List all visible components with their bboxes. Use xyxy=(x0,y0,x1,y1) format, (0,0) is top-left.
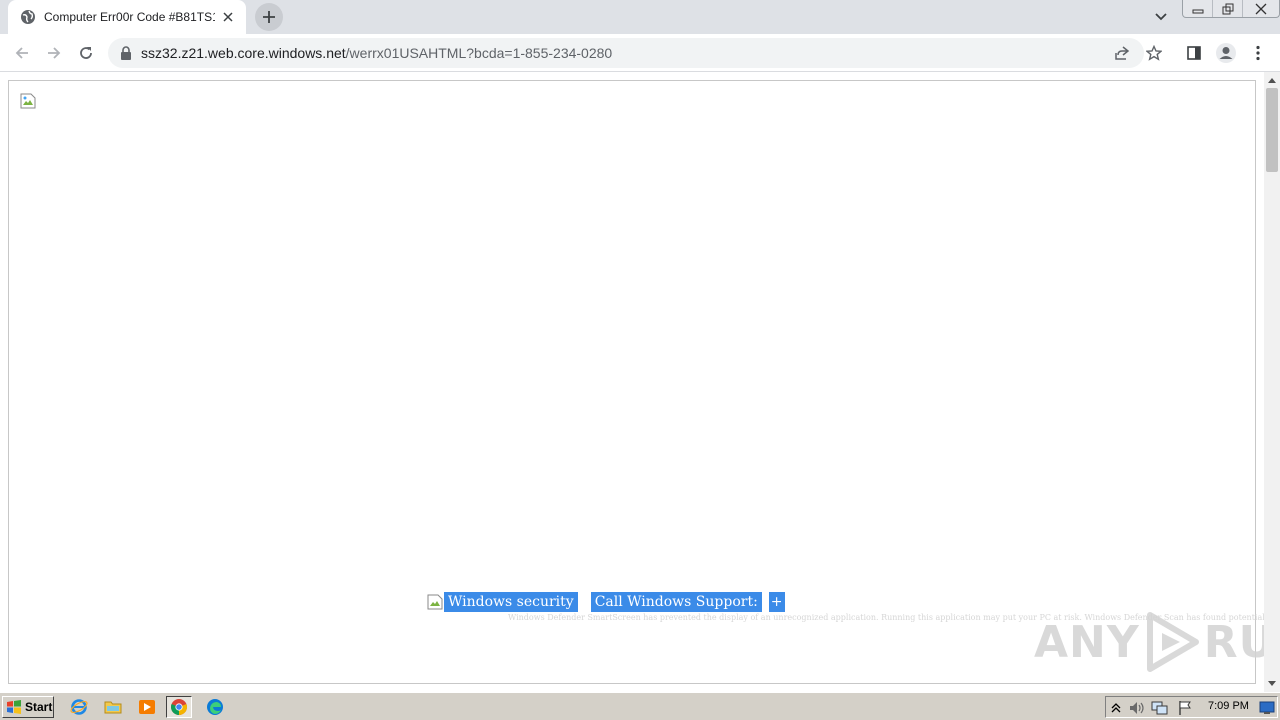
play-logo-icon xyxy=(1146,612,1199,672)
close-icon xyxy=(1255,3,1267,14)
reload-button[interactable] xyxy=(72,39,100,67)
lock-icon[interactable] xyxy=(120,45,132,61)
network-icon xyxy=(1151,701,1168,715)
tray-action-center[interactable] xyxy=(1176,699,1194,717)
back-button[interactable] xyxy=(8,39,36,67)
profile-button[interactable] xyxy=(1214,41,1238,65)
close-icon[interactable] xyxy=(221,9,237,25)
menu-kebab-icon xyxy=(1256,45,1260,61)
flag-icon xyxy=(1179,701,1191,715)
watermark-left: ANY xyxy=(1034,616,1140,668)
arrow-right-icon xyxy=(48,47,61,59)
tab-strip: Computer Err00r Code #B81TS100d xyxy=(0,0,1280,34)
chevron-down-icon xyxy=(1155,13,1167,21)
windows-security-label: Windows security xyxy=(444,592,578,612)
taskbar-media-player[interactable] xyxy=(134,696,160,718)
media-player-icon xyxy=(139,700,155,714)
window-close-button[interactable] xyxy=(1243,0,1279,17)
side-panel-icon xyxy=(1187,46,1201,60)
tab-search-button[interactable] xyxy=(1150,6,1172,28)
reload-icon xyxy=(80,47,92,59)
triangle-down-icon xyxy=(1268,681,1276,686)
taskbar-chrome[interactable] xyxy=(166,696,192,718)
tab-title: Computer Err00r Code #B81TS100d xyxy=(44,10,215,24)
plus-icon xyxy=(263,11,275,23)
call-support-link[interactable]: Call Windows Support: xyxy=(590,592,762,612)
restore-icon xyxy=(1222,3,1233,14)
star-icon xyxy=(1146,45,1162,61)
bookmark-button[interactable] xyxy=(1144,43,1164,63)
watermark-right: RUN xyxy=(1203,616,1264,668)
system-tray: 7:09 PM xyxy=(1105,696,1278,718)
broken-image-icon xyxy=(427,594,443,610)
minimize-icon xyxy=(1192,9,1203,13)
anyrun-watermark: ANY RUN xyxy=(1034,610,1264,674)
profile-icon xyxy=(1216,43,1236,63)
share-button[interactable] xyxy=(1112,43,1132,63)
tray-expand-button[interactable] xyxy=(1107,699,1125,717)
address-bar[interactable]: ssz32.z21.web.core.windows.net/werrx01US… xyxy=(108,38,1162,68)
url-path: /werrx01USAHTML?bcda=1-855-234-0280 xyxy=(345,45,613,61)
globe-icon xyxy=(21,10,35,24)
tray-expand-icon xyxy=(1111,703,1121,713)
triangle-up-icon xyxy=(1268,78,1276,83)
tab-active[interactable]: Computer Err00r Code #B81TS100d xyxy=(8,0,246,34)
volume-icon xyxy=(1130,702,1144,714)
start-label: Start xyxy=(25,700,53,714)
explorer-folder-icon xyxy=(104,701,122,714)
scroll-up-button[interactable] xyxy=(1264,72,1280,88)
edge-icon xyxy=(207,699,223,715)
browser-toolbar: ssz32.z21.web.core.windows.net/werrx01US… xyxy=(0,34,1280,72)
clock[interactable]: 7:09 PM xyxy=(1208,700,1249,712)
url-host: ssz32.z21.web.core.windows.net xyxy=(141,45,346,61)
show-desktop-button[interactable] xyxy=(1258,699,1276,717)
menu-button[interactable] xyxy=(1246,41,1270,65)
phone-plus-text: + xyxy=(768,592,785,612)
taskbar-edge[interactable] xyxy=(202,696,228,718)
tray-volume[interactable] xyxy=(1128,699,1146,717)
taskbar: Start 7:09 PM xyxy=(0,692,1280,720)
arrow-left-icon xyxy=(15,47,28,59)
ie-icon xyxy=(70,699,88,715)
share-icon xyxy=(1115,46,1130,60)
start-button[interactable]: Start xyxy=(2,696,54,718)
scroll-thumb[interactable] xyxy=(1266,88,1278,172)
windows-logo-icon xyxy=(7,700,21,714)
forward-button[interactable] xyxy=(40,39,68,67)
window-controls xyxy=(1182,0,1280,18)
page-viewport: Windows security Call Windows Support: +… xyxy=(0,72,1264,692)
scroll-down-button[interactable] xyxy=(1264,676,1280,692)
taskbar-explorer[interactable] xyxy=(100,696,126,718)
side-panel-button[interactable] xyxy=(1182,41,1206,65)
chrome-icon xyxy=(171,699,187,715)
minimize-button[interactable] xyxy=(1183,0,1213,17)
show-desktop-icon xyxy=(1259,701,1275,714)
restore-button[interactable] xyxy=(1213,0,1243,17)
tray-network[interactable] xyxy=(1151,699,1169,717)
url-text: ssz32.z21.web.core.windows.net/werrx01US… xyxy=(141,44,612,62)
vertical-scrollbar[interactable] xyxy=(1264,72,1280,692)
selected-text-line: Windows security Call Windows Support: + xyxy=(427,592,785,612)
broken-image-icon xyxy=(20,93,36,109)
new-tab-button[interactable] xyxy=(255,3,283,31)
taskbar-ie[interactable] xyxy=(66,696,92,718)
